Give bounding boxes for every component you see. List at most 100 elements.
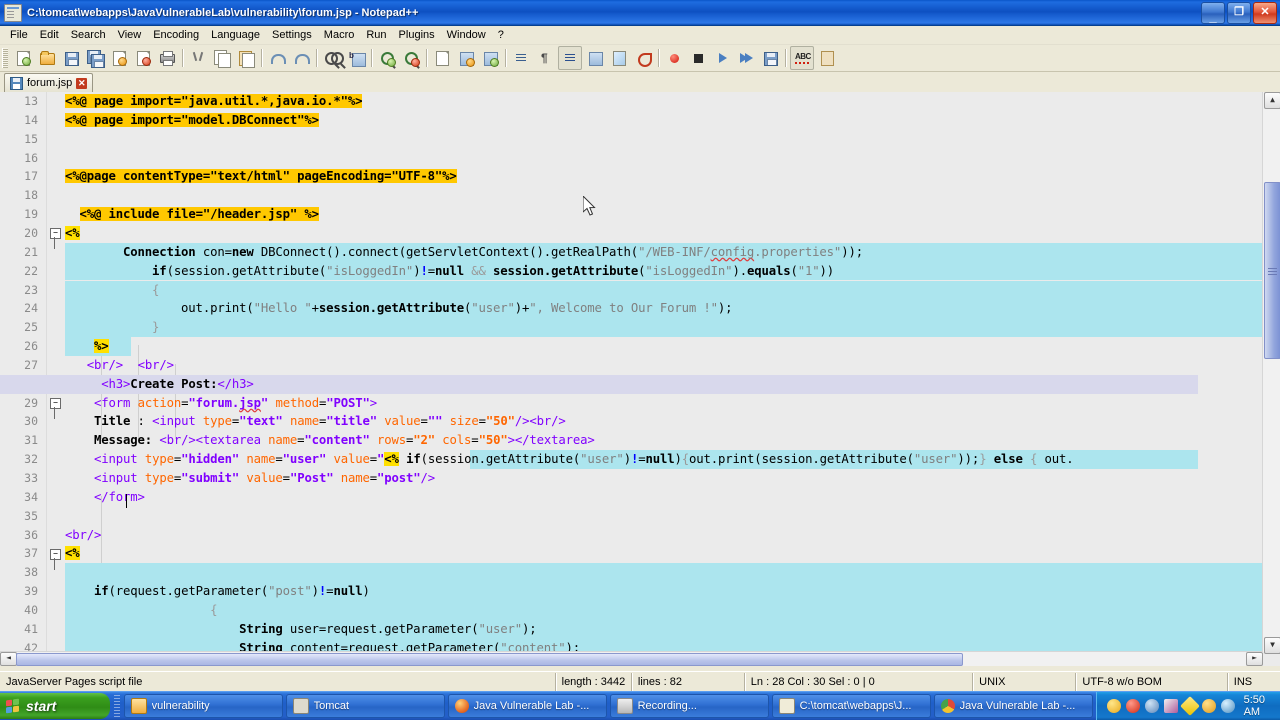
redo-icon[interactable] xyxy=(290,47,312,69)
start-record-icon[interactable] xyxy=(663,47,685,69)
open-file-icon[interactable] xyxy=(36,47,58,69)
word-wrap-toggle-icon[interactable] xyxy=(558,46,582,70)
code-line[interactable]: 41 String user=request.getParameter("use… xyxy=(0,619,1263,639)
print-icon[interactable] xyxy=(156,47,178,69)
menu-item-macro[interactable]: Macro xyxy=(318,28,361,42)
fold-marker-line37[interactable]: − xyxy=(50,549,61,560)
save-macro-icon[interactable] xyxy=(759,47,781,69)
code-line[interactable]: 23 { xyxy=(0,280,1263,300)
vertical-scroll-thumb[interactable] xyxy=(1264,182,1280,359)
copy-icon[interactable] xyxy=(211,47,233,69)
update-icon[interactable] xyxy=(1201,699,1216,713)
code-line[interactable]: 38 xyxy=(0,563,1263,583)
save-icon[interactable] xyxy=(60,47,82,69)
code-line[interactable]: 15 xyxy=(0,130,1263,149)
network-icon[interactable] xyxy=(1220,699,1235,713)
code-line[interactable]: 33 <input type="submit" value="Post" nam… xyxy=(0,469,1263,488)
run-macro-multiple-icon[interactable] xyxy=(735,47,757,69)
user-defined-dialog-icon[interactable] xyxy=(584,47,606,69)
menu-item-file[interactable]: File xyxy=(4,28,34,42)
close-button[interactable]: ✕ xyxy=(1253,2,1277,24)
playback-icon[interactable] xyxy=(711,47,733,69)
code-line[interactable]: 31 Message: <br/><textarea name="content… xyxy=(0,431,1263,450)
fold-marker-line20[interactable]: − xyxy=(50,228,61,239)
code-line[interactable]: 36 <br/> xyxy=(0,526,1263,545)
menu-item-encoding[interactable]: Encoding xyxy=(147,28,205,42)
taskbar-clock[interactable]: 5:50 AM xyxy=(1244,694,1272,718)
shield-icon[interactable] xyxy=(1106,699,1121,713)
code-line[interactable]: 40 { xyxy=(0,600,1263,620)
code-line[interactable]: 26 %> xyxy=(0,337,1263,356)
code-line[interactable]: 30 Title : <input type="text" name="titl… xyxy=(0,412,1263,431)
taskbar-item-notepadpp[interactable]: C:\tomcat\webapps\J... xyxy=(771,694,931,718)
fold-marker-line29[interactable]: − xyxy=(50,398,61,409)
menu-item-run[interactable]: Run xyxy=(360,28,392,42)
minimize-button[interactable]: _ xyxy=(1201,2,1225,24)
code-line[interactable]: 34 </form> xyxy=(0,488,1263,507)
code-line[interactable]: 21 Connection con=new DBConnect().connec… xyxy=(0,242,1263,262)
menu-item-edit[interactable]: Edit xyxy=(34,28,65,42)
replace-icon[interactable]: b xyxy=(345,47,367,69)
code-line[interactable]: 37 <% xyxy=(0,544,1263,563)
code-line[interactable]: 18 xyxy=(0,186,1263,205)
show-all-chars-icon[interactable] xyxy=(479,47,501,69)
horizontal-scroll-thumb[interactable] xyxy=(16,653,963,666)
cut-icon[interactable] xyxy=(187,47,209,69)
function-list-icon[interactable] xyxy=(632,47,654,69)
scroll-up-button[interactable]: ▲ xyxy=(1264,92,1280,109)
taskbar-item-vulnerability[interactable]: vulnerability xyxy=(123,694,283,718)
code-line[interactable]: 14 <%@ page import="model.DBConnect"%> xyxy=(0,111,1263,130)
maximize-button[interactable]: ❐ xyxy=(1227,2,1251,24)
diamond-icon[interactable] xyxy=(1179,696,1200,716)
sync-vertical-icon[interactable] xyxy=(431,47,453,69)
run-icon[interactable] xyxy=(816,47,838,69)
tab-forum-jsp[interactable]: forum.jsp ✕ xyxy=(4,73,94,92)
scroll-left-button[interactable]: ◄ xyxy=(0,652,17,666)
paste-icon[interactable] xyxy=(235,47,257,69)
word-wrap-icon[interactable] xyxy=(455,47,477,69)
indent-guide-icon[interactable] xyxy=(510,47,532,69)
code-editor[interactable]: 13 <%@ page import="java.util.*,java.io.… xyxy=(0,92,1280,666)
code-line[interactable]: 39 if(request.getParameter("post")!=null… xyxy=(0,582,1263,601)
code-line[interactable]: 27 <br/> <br/> xyxy=(0,356,1263,375)
clock-icon[interactable] xyxy=(1144,699,1159,713)
find-icon[interactable] xyxy=(321,47,344,69)
code-line[interactable]: 13 <%@ page import="java.util.*,java.io.… xyxy=(0,92,1263,111)
code-line[interactable]: 19 <%@ include file="/header.jsp" %> xyxy=(0,205,1263,224)
undo-icon[interactable] xyxy=(266,47,288,69)
close-file-icon[interactable] xyxy=(108,47,130,69)
scroll-down-button[interactable]: ▼ xyxy=(1264,637,1280,654)
code-line-current[interactable]: 28 <h3>Create Post:</h3> xyxy=(0,374,1263,394)
zoom-out-icon[interactable] xyxy=(400,47,422,69)
taskbar-grip[interactable] xyxy=(114,695,120,717)
code-line[interactable]: 25 } xyxy=(0,318,1263,338)
menu-item-help[interactable]: ? xyxy=(492,28,510,42)
code-line[interactable]: 22 if(session.getAttribute("isLoggedIn")… xyxy=(0,261,1263,281)
menu-item-language[interactable]: Language xyxy=(205,28,266,42)
tab-close-icon[interactable]: ✕ xyxy=(76,77,88,89)
pencil-icon[interactable] xyxy=(1163,699,1178,713)
new-file-icon[interactable] xyxy=(12,47,34,69)
menu-item-settings[interactable]: Settings xyxy=(266,28,318,42)
taskbar-item-recording[interactable]: Recording... xyxy=(609,694,769,718)
stop-record-icon[interactable] xyxy=(687,47,709,69)
code-line[interactable]: 35 xyxy=(0,507,1263,526)
menu-item-view[interactable]: View xyxy=(112,28,148,42)
toolbar-grip[interactable] xyxy=(2,48,8,68)
taskbar-item-tomcat[interactable]: Tomcat xyxy=(285,694,445,718)
code-line[interactable]: 20 <% xyxy=(0,224,1263,243)
save-all-icon[interactable] xyxy=(84,47,106,69)
code-line[interactable]: 29 <form action="forum.jsp" method="POST… xyxy=(0,394,1263,413)
code-line[interactable]: 16 xyxy=(0,149,1263,168)
close-all-icon[interactable] xyxy=(132,47,154,69)
taskbar-item-firefox[interactable]: Java Vulnerable Lab -... xyxy=(447,694,607,718)
vertical-scrollbar[interactable]: ▲ ▼ xyxy=(1262,92,1280,654)
document-map-icon[interactable] xyxy=(608,47,630,69)
menu-item-search[interactable]: Search xyxy=(65,28,112,42)
error-icon[interactable] xyxy=(1125,699,1140,713)
code-line[interactable]: 32 <input type="hidden" name="user" valu… xyxy=(0,450,1263,469)
scroll-right-button[interactable]: ► xyxy=(1246,652,1263,666)
menu-item-window[interactable]: Window xyxy=(441,28,492,42)
start-button[interactable]: start xyxy=(0,693,110,719)
code-line[interactable]: 24 out.print("Hello "+session.getAttribu… xyxy=(0,299,1263,319)
